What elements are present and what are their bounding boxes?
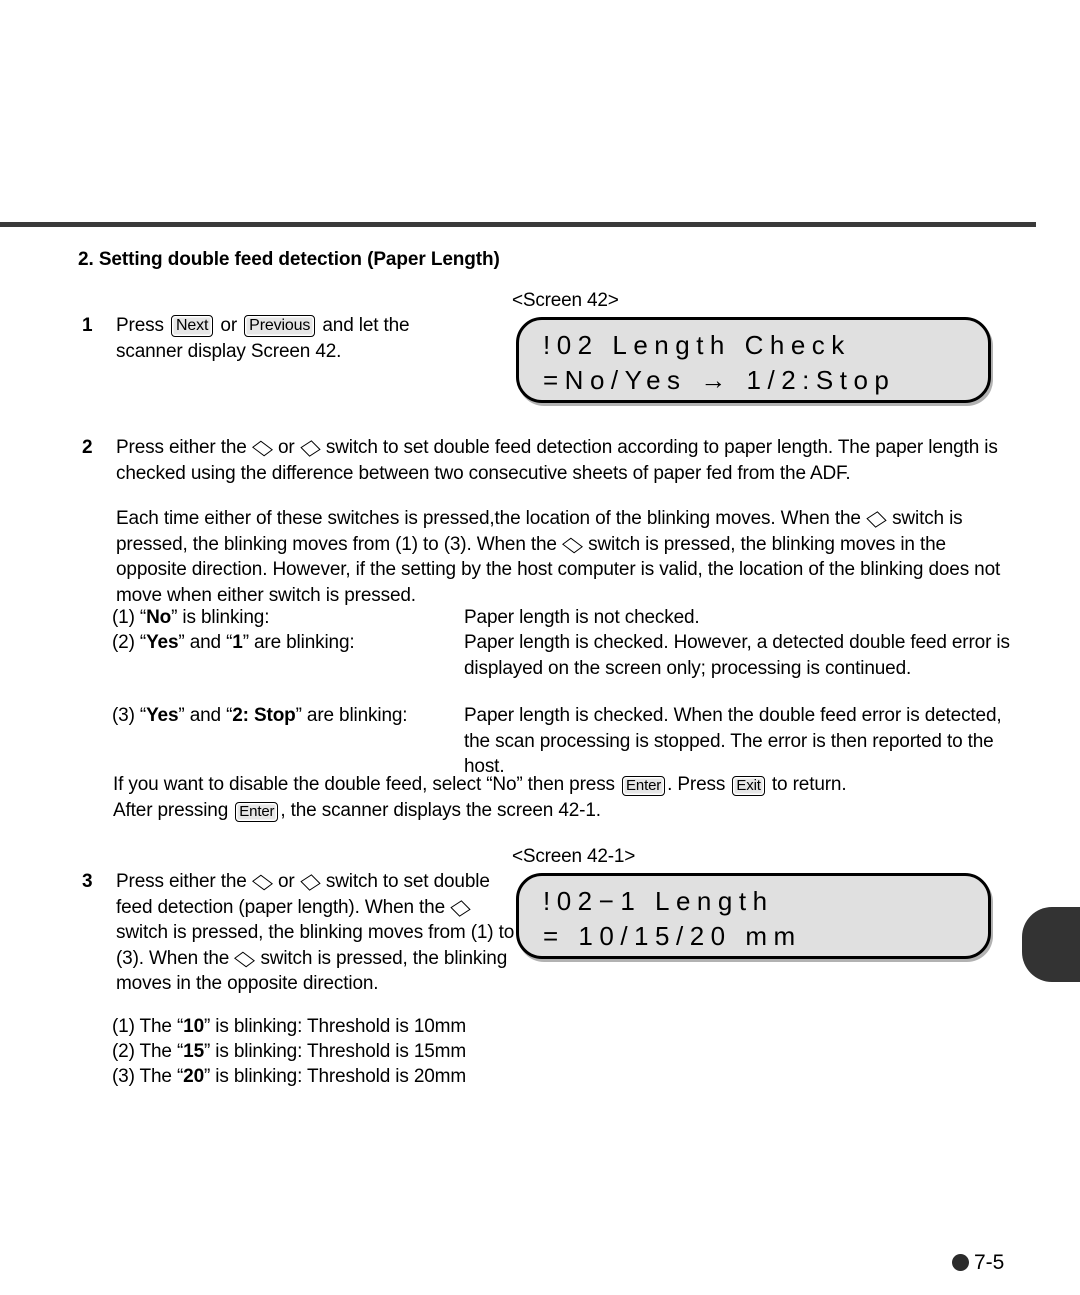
- lcd-screen-42-1: !02−1 Length = 10/15/20 mm: [516, 873, 991, 959]
- step2-text-a: Press either the: [116, 437, 247, 458]
- threshold-item: (3) The “20” is blinking: Threshold is 2…: [112, 1064, 542, 1090]
- lcd-42-line-1: !02 Length Check: [543, 330, 851, 360]
- blink-state-2-label: (2) “Yes” and “1” are blinking:: [112, 630, 355, 656]
- bs2-mid: ” and “: [178, 632, 233, 653]
- step-2-text: Press either the or switch to set double…: [116, 435, 1016, 486]
- blink-state-1-label: (1) “No” is blinking:: [112, 605, 269, 631]
- bs1-prefix: (1) “: [112, 607, 147, 628]
- bs2-suffix: ” are blinking:: [242, 632, 355, 653]
- lcd-42-1-line-1: !02−1 Length: [543, 886, 774, 916]
- key-enter[interactable]: Enter: [622, 776, 666, 796]
- threshold-3-prefix: (3) The “: [112, 1066, 184, 1087]
- blink-state-1-description: Paper length is not checked.: [464, 607, 700, 628]
- left-arrow-switch-icon: [563, 534, 582, 553]
- step-3-number: 3: [82, 871, 93, 892]
- disable-note-d: After pressing: [113, 799, 229, 821]
- step3-text-e: When the: [364, 896, 446, 918]
- threshold-item: (1) The “10” is blinking: Threshold is 1…: [112, 1014, 542, 1040]
- step3-text-b: or: [277, 871, 295, 892]
- manual-page: 2. Setting double feed detection (Paper …: [0, 0, 1080, 1295]
- threshold-item: (2) The “15” is blinking: Threshold is 1…: [112, 1039, 542, 1065]
- bs3-suffix: ” are blinking:: [295, 705, 408, 726]
- lcd-screen-42: !02 Length Check =No/Yes → 1/2:Stop: [516, 317, 991, 403]
- left-arrow-switch-icon: [235, 948, 254, 967]
- bs3-bold2: 2: Stop: [232, 705, 296, 726]
- step-1-number: 1: [82, 315, 93, 336]
- blink-para-a: Each time either of these switches is pr…: [116, 508, 861, 529]
- step1-text-line2: scanner display Screen 42.: [116, 340, 342, 362]
- left-arrow-switch-icon: [253, 437, 272, 456]
- blink-state-3-description: Paper length is checked. When the double…: [464, 705, 1002, 777]
- bullet-icon: [952, 1254, 969, 1271]
- header-rule: [0, 222, 1036, 227]
- step-1-text: Press Next or Previous and let the scann…: [116, 313, 516, 364]
- step3-text-a: Press either the: [116, 871, 247, 892]
- blink-state-2-description: Paper length is checked. However, a dete…: [464, 632, 1010, 679]
- bs1-bold: No: [146, 607, 172, 628]
- bs3-mid: ” and “: [178, 705, 233, 726]
- key-previous[interactable]: Previous: [244, 315, 316, 337]
- step3-text-c: switch to set: [325, 871, 429, 892]
- page-title: 2. Setting double feed detection (Paper …: [78, 249, 500, 270]
- right-arrow-switch-icon: [451, 897, 470, 916]
- threshold-3-value: 20: [183, 1066, 204, 1087]
- blink-state-3-label: (3) “Yes” and “2: Stop” are blinking:: [112, 703, 408, 729]
- key-exit[interactable]: Exit: [732, 776, 765, 796]
- bs3-prefix: (3) “: [112, 705, 147, 726]
- step1-text-a: Press: [116, 315, 164, 336]
- right-arrow-switch-icon: [301, 871, 320, 890]
- lcd-42-line-2: =No/Yes → 1/2:Stop: [543, 365, 896, 395]
- key-next[interactable]: Next: [170, 315, 214, 337]
- bs2-bold2: 1: [232, 632, 243, 653]
- disable-note: If you want to disable the double feed, …: [113, 772, 1013, 823]
- step3-text-i: in the opposite direction.: [176, 973, 379, 994]
- disable-note-b: . Press: [667, 774, 726, 795]
- bs3-bold: Yes: [146, 705, 179, 726]
- disable-note-a: If you want to disable the double feed, …: [113, 774, 615, 795]
- step1-text-c: and let the: [322, 315, 410, 336]
- step-2-number: 2: [82, 437, 93, 458]
- step1-text-b: or: [220, 315, 238, 336]
- disable-note-c: to return.: [771, 774, 847, 795]
- step-3-text: Press either the or switch to set double…: [116, 869, 516, 997]
- step3-text-f: switch is pressed, the: [116, 922, 295, 943]
- bs1-suffix: ” is blinking:: [171, 607, 270, 628]
- step2-text-c: switch to set double feed detection acco…: [325, 437, 924, 458]
- threshold-1-suffix: ” is blinking: Threshold is 10mm: [204, 1016, 467, 1037]
- page-footer: 7-5: [952, 1251, 1004, 1275]
- threshold-3-suffix: ” is blinking: Threshold is 20mm: [204, 1066, 467, 1087]
- blinking-paragraph: Each time either of these switches is pr…: [116, 506, 1016, 608]
- screen-42-1-caption: <Screen 42-1>: [512, 846, 636, 867]
- blink-para-c: switch is pressed, the blinking: [588, 533, 835, 555]
- threshold-2-prefix: (2) The “: [112, 1041, 184, 1062]
- bs2-prefix: (2) “: [112, 632, 147, 653]
- disable-note-e: , the scanner displays the screen 42-1.: [280, 799, 601, 821]
- key-enter[interactable]: Enter: [235, 801, 279, 822]
- page-number: 7-5: [974, 1251, 1005, 1274]
- threshold-2-value: 15: [183, 1041, 204, 1062]
- left-arrow-switch-icon: [253, 871, 272, 890]
- step2-text-b: or: [277, 437, 295, 458]
- right-arrow-switch-icon: [301, 437, 320, 456]
- threshold-1-value: 10: [183, 1016, 204, 1037]
- right-arrow-switch-icon: [867, 508, 886, 527]
- bs2-bold: Yes: [146, 632, 179, 653]
- threshold-1-prefix: (1) The “: [112, 1016, 184, 1037]
- screen-42-caption: <Screen 42>: [512, 290, 619, 311]
- threshold-2-suffix: ” is blinking: Threshold is 15mm: [204, 1041, 467, 1062]
- chapter-thumb-tab: [1022, 907, 1080, 982]
- lcd-42-1-line-2: = 10/15/20 mm: [543, 921, 802, 951]
